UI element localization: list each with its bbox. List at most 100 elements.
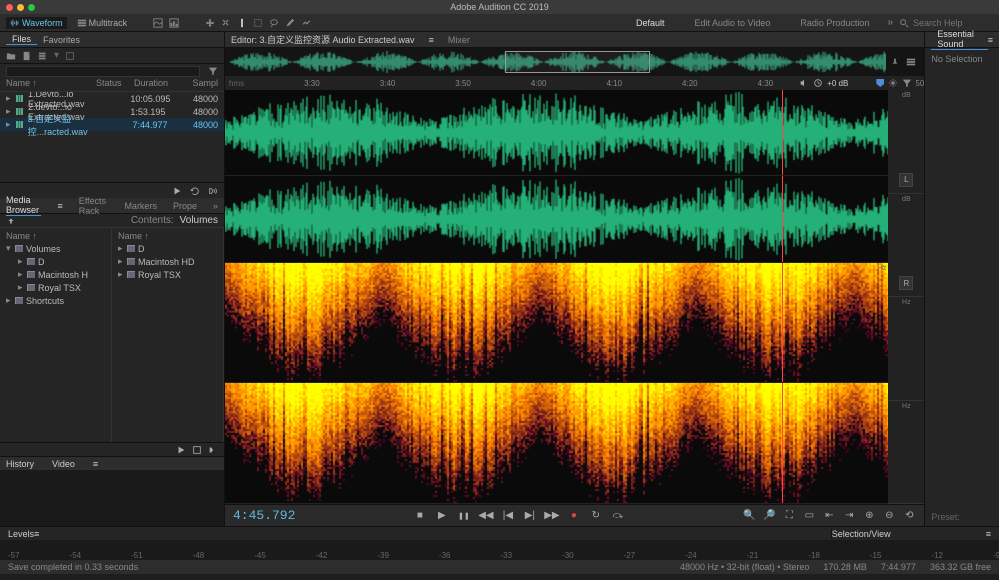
play-preview-icon[interactable] xyxy=(172,186,182,196)
stop-button[interactable]: ■ xyxy=(413,509,427,523)
tree-item[interactable]: ▸Shortcuts xyxy=(0,294,111,307)
file-row[interactable]: ▸3.自定义监控...racted.wav7:44.97748000 xyxy=(0,118,224,131)
tree-item[interactable]: ▸Royal TSX xyxy=(0,281,111,294)
play-button[interactable]: ▶ xyxy=(435,509,449,523)
hud-volume-icon[interactable] xyxy=(799,78,809,88)
tree-item[interactable]: ▾Volumes xyxy=(0,242,111,255)
brush-tool-icon[interactable] xyxy=(285,18,295,28)
next-button[interactable]: ▶| xyxy=(523,509,537,523)
pause-button[interactable]: ❚❚ xyxy=(457,509,471,523)
expand-panel-icon[interactable]: » xyxy=(213,201,218,211)
hud-gear-icon[interactable] xyxy=(888,78,898,88)
tab-history[interactable]: History xyxy=(6,459,34,469)
record-button[interactable]: ● xyxy=(567,509,581,523)
pin-icon[interactable] xyxy=(890,57,900,67)
zoom-vin-icon[interactable]: ⊕ xyxy=(862,509,876,523)
move-tool-icon[interactable] xyxy=(205,18,215,28)
rewind-button[interactable]: ◀◀ xyxy=(479,509,493,523)
lasso-tool-icon[interactable] xyxy=(269,18,279,28)
prev-button[interactable]: |◀ xyxy=(501,509,515,523)
waveform-right[interactable] xyxy=(225,176,888,261)
hud-filter-icon[interactable] xyxy=(902,78,912,88)
time-select-tool-icon[interactable] xyxy=(237,18,247,28)
spectrogram-left[interactable] xyxy=(225,263,888,383)
col-sample[interactable]: Sampl xyxy=(182,78,218,91)
tab-effects-rack[interactable]: Effects Rack xyxy=(79,196,109,216)
spectral-display-icon[interactable] xyxy=(153,18,163,28)
loop-button[interactable]: ↻ xyxy=(589,509,603,523)
loop-preview-icon[interactable] xyxy=(190,186,200,196)
tab-favorites[interactable]: Favorites xyxy=(37,35,86,45)
help-search-input[interactable] xyxy=(913,18,993,28)
razor-tool-icon[interactable] xyxy=(221,18,231,28)
tab-properties[interactable]: Prope xyxy=(173,201,197,211)
open-file-icon[interactable] xyxy=(6,51,16,61)
up-folder-icon[interactable] xyxy=(6,216,16,226)
ff-button[interactable]: ▶▶ xyxy=(545,509,559,523)
view-settings-icon[interactable] xyxy=(906,57,916,67)
browser-loop-icon[interactable] xyxy=(192,445,202,455)
browser-autoplay-icon[interactable] xyxy=(208,445,218,455)
files-panel-header: Files Favorites xyxy=(0,32,224,48)
zoom-out-pt-icon[interactable]: ⇥ xyxy=(842,509,856,523)
workspace-default[interactable]: Default xyxy=(624,18,677,28)
tab-mixer[interactable]: Mixer xyxy=(448,35,470,45)
zoom-in-pt-icon[interactable]: ⇤ xyxy=(822,509,836,523)
pitch-display-icon[interactable] xyxy=(169,18,179,28)
tab-levels[interactable]: Levels xyxy=(8,529,34,539)
skip-button[interactable]: ⤼ xyxy=(611,509,625,523)
playhead-marker-icon[interactable] xyxy=(876,79,884,87)
tree-item[interactable]: ▸D xyxy=(0,255,111,268)
zoom-in-icon[interactable]: 🔍 xyxy=(742,509,756,523)
spectrogram-right[interactable] xyxy=(225,383,888,503)
help-search[interactable] xyxy=(899,18,993,28)
waveform-view-button[interactable]: Waveform xyxy=(6,17,67,29)
tree-item[interactable]: ▸Macintosh H xyxy=(0,268,111,281)
tab-media-browser[interactable]: Media Browser xyxy=(6,195,41,216)
zoom-sel-icon[interactable]: ▭ xyxy=(802,509,816,523)
autoplay-icon[interactable] xyxy=(208,186,218,196)
drive-icon xyxy=(27,258,35,265)
tree-item[interactable]: ▸D xyxy=(112,242,223,255)
status-sample-rate: 48000 Hz • 32-bit (float) • Stereo xyxy=(680,562,809,572)
import-icon[interactable] xyxy=(65,51,75,61)
new-multitrack-icon[interactable] xyxy=(38,51,48,61)
files-filter-input[interactable] xyxy=(6,66,200,77)
zoom-vout-icon[interactable]: ⊖ xyxy=(882,509,896,523)
filter-icon[interactable] xyxy=(208,66,218,76)
tab-editor[interactable]: Editor: 3.自定义监控资源 Audio Extracted.wav xyxy=(231,33,415,46)
waveform-icon xyxy=(10,18,20,28)
tab-markers[interactable]: Markers xyxy=(124,201,157,211)
video-panel xyxy=(0,470,224,526)
tab-selection-view[interactable]: Selection/View xyxy=(831,529,986,539)
overview-strip[interactable] xyxy=(225,48,924,76)
tree-item[interactable]: ▸Macintosh HD xyxy=(112,255,223,268)
search-icon xyxy=(899,18,909,28)
multitrack-view-button[interactable]: Multitrack xyxy=(73,17,132,29)
workspace-edit-audio-video[interactable]: Edit Audio to Video xyxy=(682,18,782,28)
marquee-tool-icon[interactable] xyxy=(253,18,263,28)
tree-item[interactable]: ▸Royal TSX xyxy=(112,268,223,281)
hud-clock-icon[interactable] xyxy=(813,78,823,88)
workspace-radio[interactable]: Radio Production xyxy=(788,18,881,28)
more-workspaces-icon[interactable]: » xyxy=(887,17,893,28)
tab-essential-sound[interactable]: Essential Sound xyxy=(931,29,987,50)
tab-video[interactable]: Video xyxy=(52,459,75,469)
timecode-display[interactable]: 4:45.792 xyxy=(233,508,295,523)
timeline-ruler[interactable]: hms 3:303:403:504:004:104:204:304:404:50… xyxy=(225,76,924,90)
new-file-icon[interactable] xyxy=(22,51,32,61)
channel-l-button[interactable]: L xyxy=(899,173,913,187)
col-duration[interactable]: Duration xyxy=(134,78,182,91)
browser-play-icon[interactable] xyxy=(176,445,186,455)
zoom-out-icon[interactable]: 🔎 xyxy=(762,509,776,523)
col-status[interactable]: Status xyxy=(96,78,134,91)
channel-r-button[interactable]: R xyxy=(899,276,913,290)
waveform-left[interactable] xyxy=(225,90,888,175)
zoom-reset-icon[interactable]: ⟲ xyxy=(902,509,916,523)
spot-heal-tool-icon[interactable] xyxy=(301,18,311,28)
tab-files[interactable]: Files xyxy=(6,34,37,45)
col-name[interactable]: Name ↑ xyxy=(6,78,96,91)
hud-gain[interactable]: +0 dB xyxy=(827,79,848,88)
overview-visible-range[interactable] xyxy=(505,51,650,73)
zoom-full-icon[interactable]: ⛶ xyxy=(782,509,796,523)
